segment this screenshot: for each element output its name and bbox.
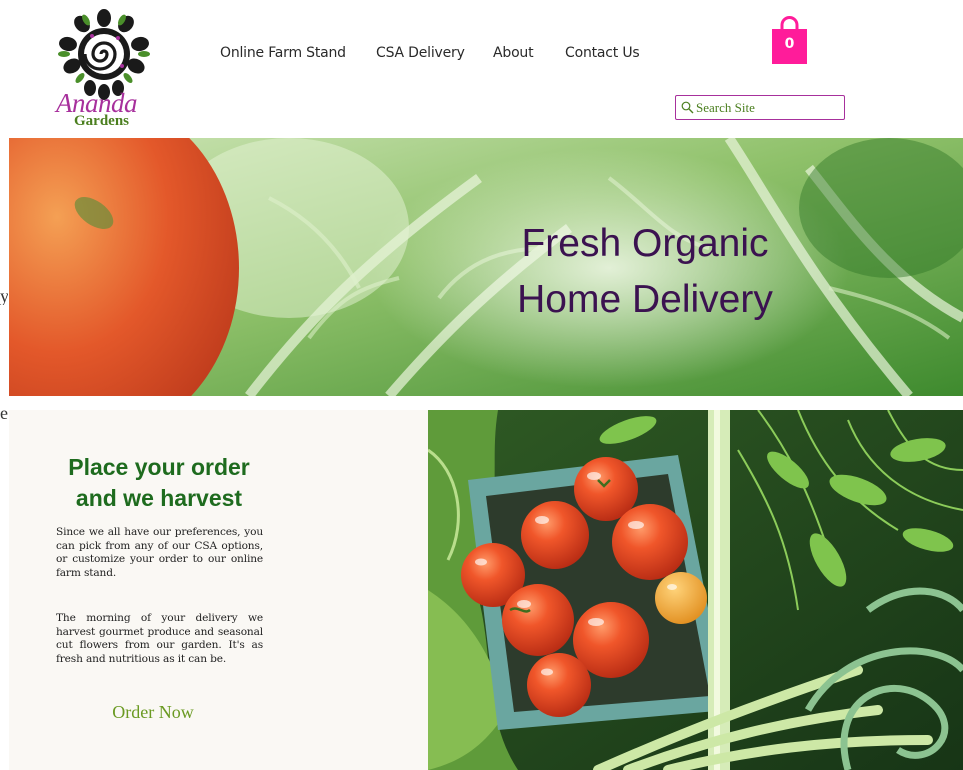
search-box[interactable] — [675, 95, 845, 120]
tomatoes-and-greens-image — [428, 410, 963, 770]
order-heading-line2: and we harvest — [75, 485, 243, 511]
order-info-panel: Place your order and we harvest Since we… — [9, 410, 428, 770]
cart-button[interactable]: 0 — [770, 16, 809, 66]
produce-photo — [428, 410, 963, 770]
search-input[interactable] — [696, 98, 841, 117]
hero-title-line2: Home Delivery — [517, 278, 773, 321]
order-heading-line1: Place your order — [68, 454, 250, 480]
nav-about[interactable]: About — [493, 45, 534, 61]
hero-title: Fresh Organic Home Delivery — [495, 216, 795, 328]
search-icon — [681, 101, 694, 114]
order-heading: Place your order and we harvest — [29, 452, 289, 514]
hero-banner: Fresh Organic Home Delivery — [9, 138, 963, 396]
logo-wordmark-gardens: Gardens — [74, 113, 130, 129]
nav-online-farm-stand[interactable]: Online Farm Stand — [220, 45, 346, 61]
order-paragraph-1: Since we all have our preferences, you c… — [56, 526, 263, 579]
edge-text-fragment: y — [0, 287, 8, 305]
hero-background-image — [9, 138, 963, 396]
nav-csa-delivery[interactable]: CSA Delivery — [376, 45, 465, 61]
order-paragraph-2: The morning of your delivery we harvest … — [56, 612, 263, 665]
edge-text-fragment: e — [0, 404, 8, 422]
nav-contact-us[interactable]: Contact Us — [565, 45, 640, 61]
cart-count: 0 — [784, 36, 795, 52]
sunflower-logo-icon — [58, 9, 150, 100]
order-now-button[interactable]: Order Now — [69, 702, 237, 723]
hero-title-line1: Fresh Organic — [521, 222, 769, 265]
site-logo[interactable]: Ananda Gardens — [52, 8, 162, 130]
